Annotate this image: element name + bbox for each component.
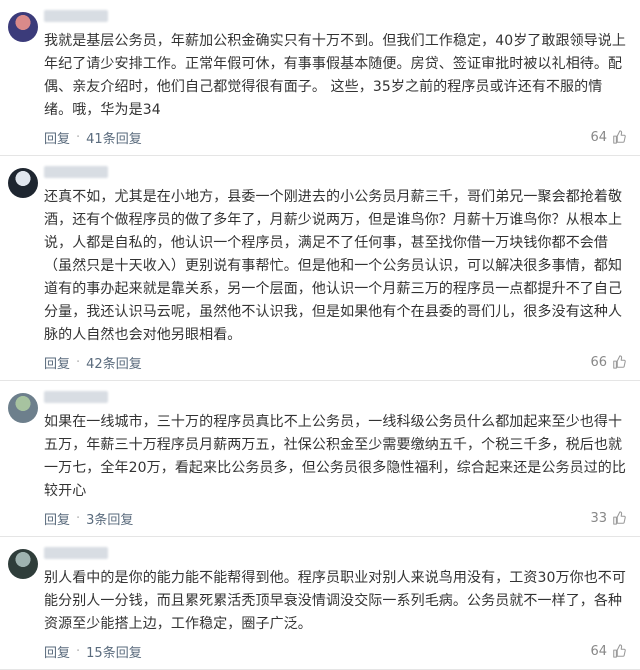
- avatar[interactable]: [8, 549, 38, 579]
- thumbs-up-icon: [613, 130, 626, 144]
- replies-count-link[interactable]: 41条回复: [86, 128, 142, 147]
- avatar[interactable]: [8, 393, 38, 423]
- replies-count-link[interactable]: 15条回复: [86, 642, 142, 661]
- separator: ·: [76, 510, 81, 526]
- comment-item: 别人看中的是你的能力能不能帮得到他。程序员职业对别人来说鸟用没有，工资30万你也…: [0, 537, 640, 670]
- reply-button[interactable]: 回复: [44, 642, 70, 661]
- separator: ·: [76, 643, 81, 659]
- like-button[interactable]: 64: [590, 130, 626, 145]
- like-count: 64: [590, 643, 607, 659]
- like-button[interactable]: 33: [590, 511, 626, 526]
- comment-actions: 回复 · 42条回复 66: [44, 350, 626, 374]
- user-name-blurred[interactable]: [44, 166, 108, 178]
- replies-count-link[interactable]: 3条回复: [86, 509, 133, 528]
- reply-button[interactable]: 回复: [44, 128, 70, 147]
- comment-actions: 回复 · 41条回复 64: [44, 125, 626, 149]
- comment-actions: 回复 · 3条回复 33: [44, 506, 626, 530]
- avatar[interactable]: [8, 12, 38, 42]
- reply-button[interactable]: 回复: [44, 509, 70, 528]
- separator: ·: [76, 354, 81, 370]
- like-button[interactable]: 66: [590, 355, 626, 370]
- comment-text: 别人看中的是你的能力能不能帮得到他。程序员职业对别人来说鸟用没有，工资30万你也…: [44, 570, 627, 632]
- like-count: 66: [590, 354, 607, 370]
- like-count: 64: [590, 129, 607, 145]
- like-button[interactable]: 64: [590, 644, 626, 659]
- comment-list: 我就是基层公务员，年薪加公积金确实只有十万不到。但我们工作稳定，40岁了敢跟领导…: [0, 0, 640, 670]
- reply-button[interactable]: 回复: [44, 353, 70, 372]
- user-name-blurred[interactable]: [44, 547, 108, 559]
- thumbs-up-icon: [613, 644, 626, 658]
- separator: ·: [76, 129, 81, 145]
- comment-text: 如果在一线城市，三十万的程序员真比不上公务员，一线科级公务员什么都加起来至少也得…: [44, 414, 627, 499]
- comment-item: 如果在一线城市，三十万的程序员真比不上公务员，一线科级公务员什么都加起来至少也得…: [0, 381, 640, 537]
- comment-item: 我就是基层公务员，年薪加公积金确实只有十万不到。但我们工作稳定，40岁了敢跟领导…: [0, 0, 640, 156]
- thumbs-up-icon: [613, 511, 626, 525]
- thumbs-up-icon: [613, 355, 626, 369]
- user-name-blurred[interactable]: [44, 391, 108, 403]
- comment-actions: 回复 · 15条回复 64: [44, 639, 626, 663]
- comment-item: 还真不如，尤其是在小地方，县委一个刚进去的小公务员月薪三千，哥们弟兄一聚会都抢着…: [0, 156, 640, 381]
- replies-count-link[interactable]: 42条回复: [86, 353, 142, 372]
- user-name-blurred[interactable]: [44, 10, 108, 22]
- avatar[interactable]: [8, 168, 38, 198]
- comment-text: 还真不如，尤其是在小地方，县委一个刚进去的小公务员月薪三千，哥们弟兄一聚会都抢着…: [44, 189, 623, 343]
- comment-text: 我就是基层公务员，年薪加公积金确实只有十万不到。但我们工作稳定，40岁了敢跟领导…: [44, 33, 627, 118]
- like-count: 33: [590, 510, 607, 526]
